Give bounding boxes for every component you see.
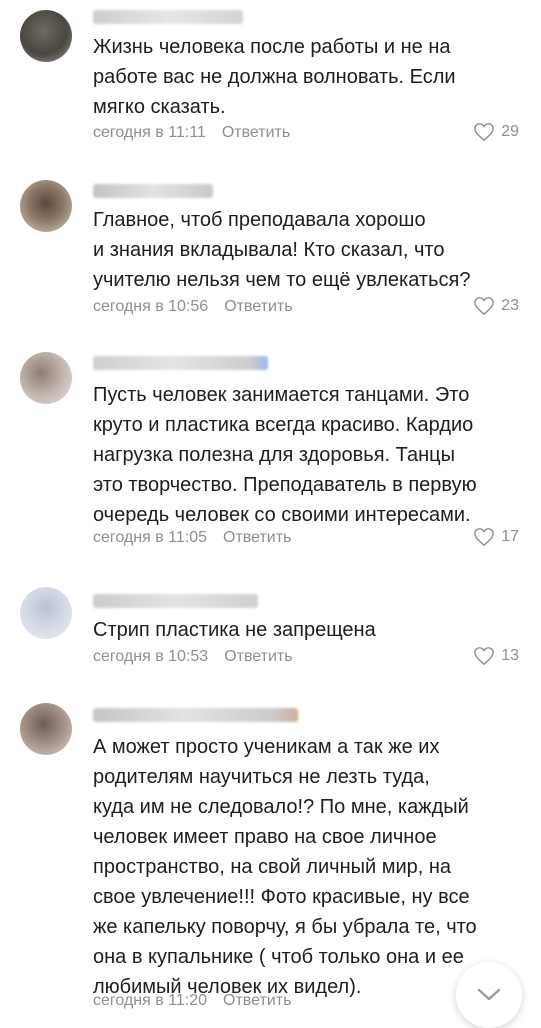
username-blurred[interactable] xyxy=(93,10,243,24)
like-button[interactable]: 23 xyxy=(473,296,519,316)
avatar[interactable] xyxy=(20,180,72,232)
comment-text: Главное, чтоб преподавала хорошо и знани… xyxy=(93,209,471,291)
username-blurred[interactable] xyxy=(93,594,258,608)
reply-button[interactable]: Ответить xyxy=(224,648,292,666)
like-button[interactable]: 13 xyxy=(473,646,519,666)
chevron-down-icon xyxy=(477,988,501,1001)
comment-meta: сегодня в 10:53 Ответить xyxy=(93,648,293,666)
username-blurred[interactable] xyxy=(93,184,213,198)
scroll-down-button[interactable] xyxy=(456,962,522,1028)
like-button[interactable]: 17 xyxy=(473,527,519,547)
heart-outline-icon xyxy=(474,297,495,316)
reply-button[interactable]: Ответить xyxy=(224,298,292,316)
comment-time: сегодня в 11:05 xyxy=(93,529,208,546)
comment-text: Стрип пластика не запрещена xyxy=(93,619,376,641)
username-blurred[interactable] xyxy=(93,708,298,722)
comment-time: сегодня в 11:11 xyxy=(93,124,206,141)
reply-button[interactable]: Ответить xyxy=(223,529,291,547)
heart-outline-icon xyxy=(474,123,495,142)
like-count: 29 xyxy=(501,123,519,140)
comment-meta: сегодня в 11:20 Ответить xyxy=(93,992,291,1010)
like-count: 23 xyxy=(501,297,519,314)
reply-button[interactable]: Ответить xyxy=(223,992,291,1010)
like-count: 17 xyxy=(501,528,519,545)
reply-button[interactable]: Ответить xyxy=(222,124,290,142)
comment-meta: сегодня в 11:05 Ответить xyxy=(93,529,291,547)
heart-outline-icon xyxy=(474,528,495,547)
comment-time: сегодня в 10:56 xyxy=(93,298,209,315)
like-count: 13 xyxy=(501,647,519,664)
comment-text: Жизнь человека после работы и не на рабо… xyxy=(93,36,456,118)
avatar[interactable] xyxy=(20,703,72,755)
comment-time: сегодня в 11:20 xyxy=(93,992,208,1009)
username-blurred[interactable] xyxy=(93,356,268,370)
comment-text: Пусть человек занимается танцами. Это кр… xyxy=(93,384,477,526)
avatar[interactable] xyxy=(20,587,72,639)
heart-outline-icon xyxy=(474,647,495,666)
avatar[interactable] xyxy=(20,10,72,62)
avatar[interactable] xyxy=(20,352,72,404)
comment-meta: сегодня в 10:56 Ответить xyxy=(93,298,293,316)
like-button[interactable]: 29 xyxy=(473,122,519,142)
comment-time: сегодня в 10:53 xyxy=(93,648,209,665)
comment-text: А может просто ученикам а так же их роди… xyxy=(93,736,477,998)
comment-meta: сегодня в 11:11 Ответить xyxy=(93,124,290,142)
